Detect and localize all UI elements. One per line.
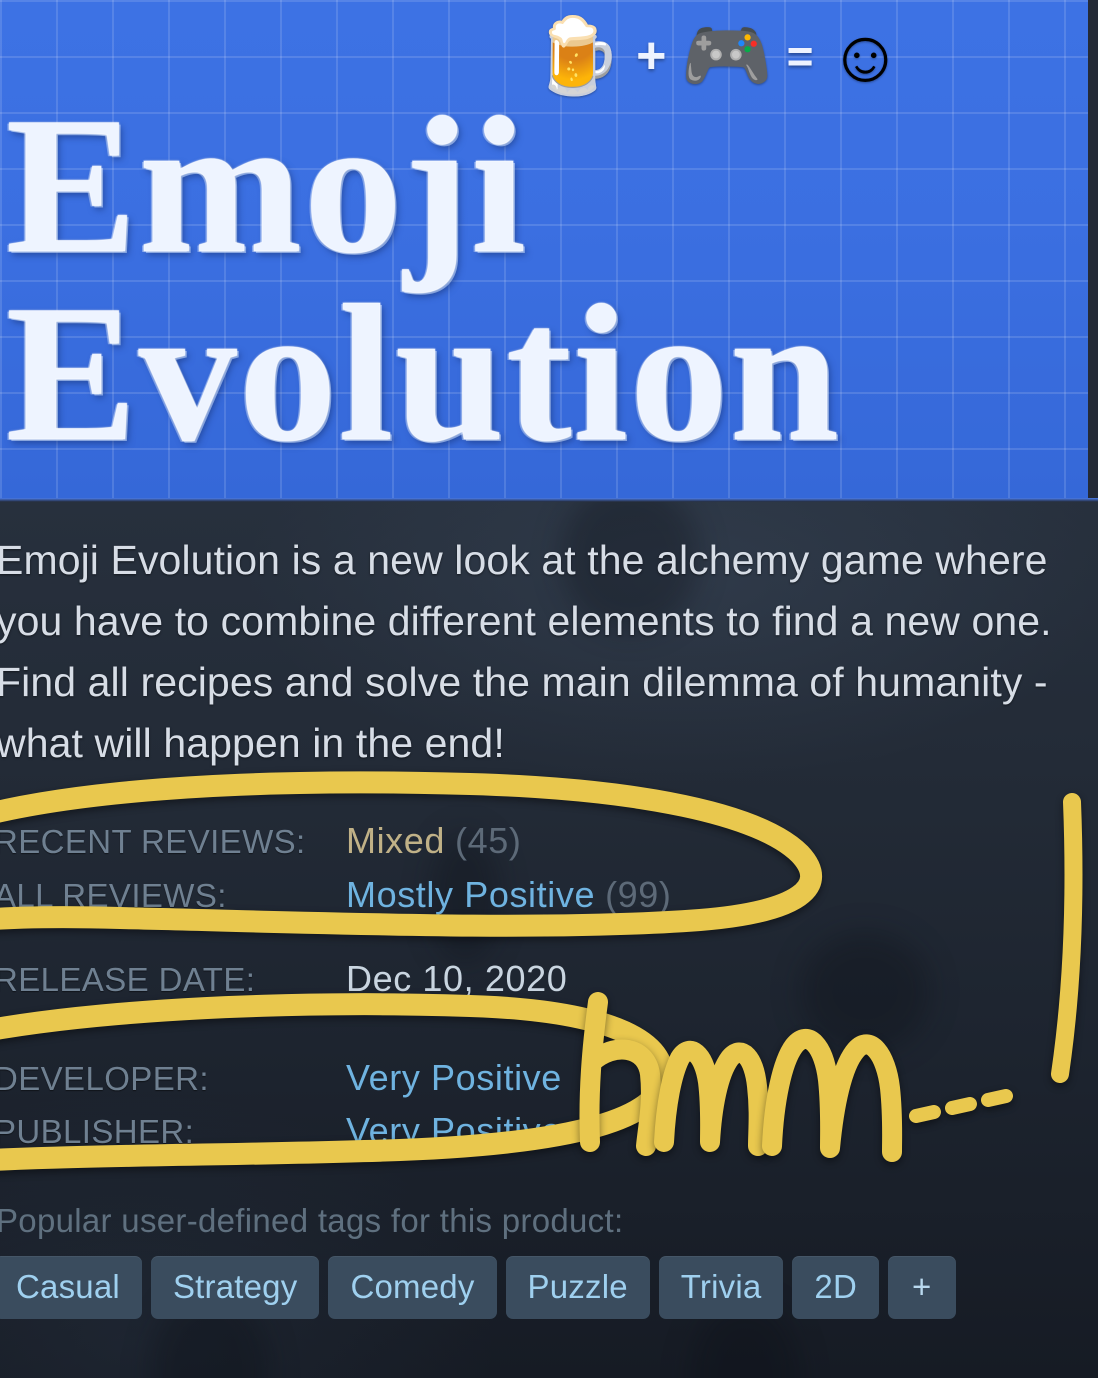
publisher-label: PUBLISHER: [0, 1113, 195, 1150]
emoji-equation: 🍺 + 🎮 = ☺ [530, 6, 903, 106]
game-title: Emoji Evolution [6, 77, 1006, 483]
developer-row: DEVELOPER: Very Positive [0, 1057, 562, 1099]
game-title-line-1: Emoji [6, 77, 528, 294]
tag-casual[interactable]: Casual [0, 1256, 142, 1319]
recent-reviews-row: RECENT REVIEWS: Mixed (45) [0, 820, 521, 862]
tag-trivia[interactable]: Trivia [658, 1256, 784, 1319]
recent-reviews-value[interactable]: Mixed [346, 820, 445, 862]
game-details-panel: Emoji Evolution is a new look at the alc… [0, 502, 1098, 1378]
tag-more-button[interactable]: + [888, 1256, 956, 1319]
game-description: Emoji Evolution is a new look at the alc… [0, 537, 1052, 766]
tag-2d[interactable]: 2D [792, 1256, 880, 1319]
beer-mug-icon: 🍺 [530, 14, 623, 97]
developer-label: DEVELOPER: [0, 1060, 209, 1097]
game-header-banner: 🍺 + 🎮 = ☺ Emoji Evolution [0, 0, 1098, 502]
release-date-label: RELEASE DATE: [0, 961, 256, 998]
recent-reviews-label: RECENT REVIEWS: [0, 823, 306, 860]
banner-right-edge [1088, 0, 1098, 502]
all-reviews-label: ALL REVIEWS: [0, 877, 227, 914]
equals-sign: = [786, 30, 814, 82]
publisher-value[interactable]: Very Positive [346, 1110, 562, 1152]
game-title-line-2: Evolution [6, 265, 841, 483]
tags-section-label: Popular user-defined tags for this produ… [0, 1202, 624, 1239]
developer-value[interactable]: Very Positive [346, 1057, 562, 1099]
publisher-row: PUBLISHER: Very Positive [0, 1110, 562, 1152]
all-reviews-row: ALL REVIEWS: Mostly Positive (99) [0, 874, 672, 916]
smiling-face-icon: ☺ [827, 14, 904, 97]
plus-sign: + [636, 27, 667, 85]
release-date-value: Dec 10, 2020 [346, 958, 568, 999]
photo-smudge [800, 932, 930, 1052]
all-reviews-value[interactable]: Mostly Positive [346, 874, 595, 916]
tag-list: Casual Strategy Comedy Puzzle Trivia 2D … [0, 1256, 956, 1319]
all-reviews-count: (99) [605, 874, 672, 915]
tag-puzzle[interactable]: Puzzle [505, 1256, 650, 1319]
release-date-row: RELEASE DATE: Dec 10, 2020 [0, 958, 567, 1000]
game-controller-icon: 🎮 [680, 14, 773, 97]
tag-strategy[interactable]: Strategy [150, 1256, 320, 1319]
recent-reviews-count: (45) [455, 820, 522, 861]
tag-comedy[interactable]: Comedy [328, 1256, 497, 1319]
